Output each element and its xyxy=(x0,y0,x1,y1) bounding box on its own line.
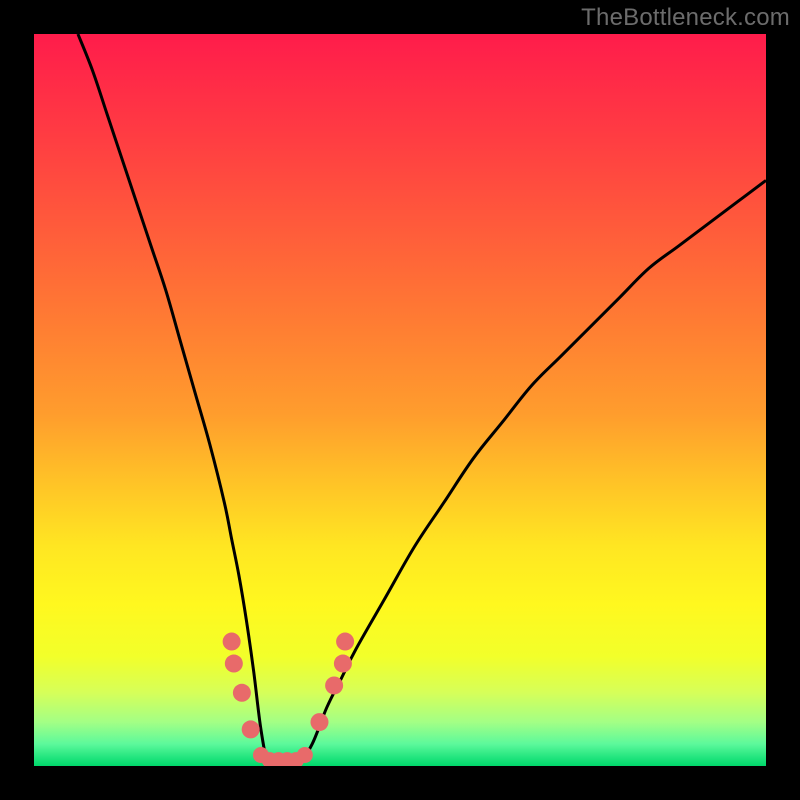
curve-marker xyxy=(233,684,251,702)
curve-marker xyxy=(225,655,243,673)
curve-marker xyxy=(242,720,260,738)
curve-marker xyxy=(336,633,354,651)
curve-marker xyxy=(297,747,313,763)
curve-marker xyxy=(334,655,352,673)
bottleneck-curve xyxy=(34,34,766,766)
curve-markers xyxy=(223,633,354,766)
plot-area xyxy=(34,34,766,766)
curve-marker xyxy=(223,633,241,651)
curve-marker xyxy=(310,713,328,731)
chart-frame: TheBottleneck.com xyxy=(0,0,800,800)
attribution-label: TheBottleneck.com xyxy=(581,4,790,32)
curve-marker xyxy=(325,676,343,694)
curve-path xyxy=(78,34,766,766)
